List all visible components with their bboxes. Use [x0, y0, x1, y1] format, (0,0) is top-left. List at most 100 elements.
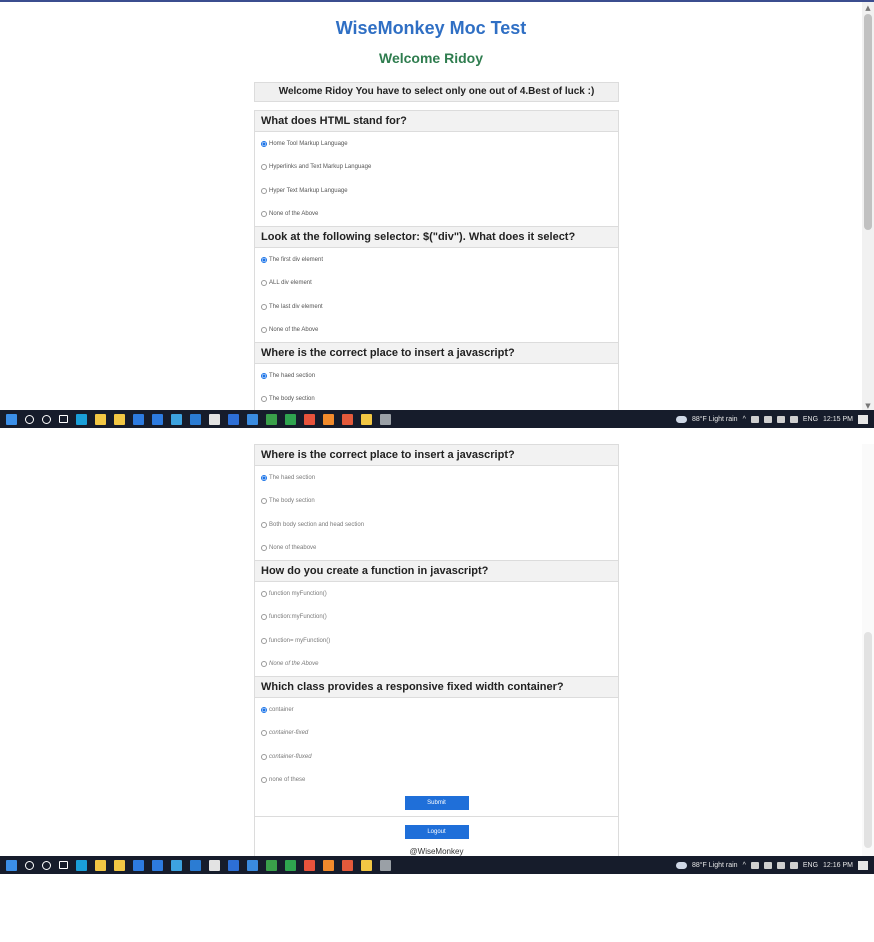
option[interactable]: None of the Above	[255, 319, 618, 343]
weather-icon[interactable]	[675, 415, 687, 423]
radio-button[interactable]	[261, 637, 267, 644]
cloud-icon[interactable]	[750, 415, 759, 423]
vscode-icon[interactable]	[190, 859, 201, 871]
radio-button[interactable]	[261, 280, 267, 287]
cloud-icon[interactable]	[750, 861, 759, 869]
app-icon[interactable]	[152, 859, 163, 871]
app-icon[interactable]	[266, 413, 277, 425]
radio-button[interactable]	[261, 706, 267, 713]
chevron-up-icon[interactable]: ^	[743, 416, 746, 423]
option[interactable]: The body section	[255, 388, 618, 412]
scroll-thumb[interactable]	[864, 14, 872, 230]
vscode-icon[interactable]	[190, 413, 201, 425]
app-icon[interactable]	[342, 413, 353, 425]
language-indicator[interactable]: ENG	[803, 416, 818, 423]
option[interactable]: Home Tool Markup Language	[255, 132, 618, 156]
volume-icon[interactable]	[789, 861, 798, 869]
wifi-icon[interactable]	[776, 861, 785, 869]
app-icon[interactable]	[361, 413, 372, 425]
option[interactable]: Both body section and head section	[255, 513, 618, 537]
app-icon[interactable]	[152, 413, 163, 425]
app-icon[interactable]	[323, 859, 334, 871]
notification-icon[interactable]	[858, 860, 868, 870]
page-scrollbar[interactable]: ▲ ▼	[862, 2, 874, 412]
app-icon[interactable]	[247, 413, 258, 425]
radio-button[interactable]	[261, 211, 267, 218]
radio-button[interactable]	[261, 777, 267, 784]
radio-button[interactable]	[261, 474, 267, 481]
terminal-icon[interactable]	[380, 413, 391, 425]
option[interactable]: The haed section	[255, 466, 618, 490]
app-icon[interactable]	[285, 859, 296, 871]
logout-button[interactable]: Logout	[404, 825, 469, 839]
radio-button[interactable]	[261, 614, 267, 621]
search-icon[interactable]	[25, 860, 34, 870]
clock[interactable]: 12:16 PM	[823, 862, 853, 869]
battery-icon[interactable]	[763, 415, 772, 423]
wifi-icon[interactable]	[776, 415, 785, 423]
app-icon[interactable]	[209, 413, 220, 425]
radio-button[interactable]	[261, 730, 267, 737]
file-explorer-icon[interactable]	[95, 413, 106, 425]
windows-icon[interactable]	[6, 413, 17, 425]
radio-button[interactable]	[261, 753, 267, 760]
radio-button[interactable]	[261, 498, 267, 505]
radio-button[interactable]	[261, 303, 267, 310]
store-icon[interactable]	[114, 413, 125, 425]
option[interactable]: ALL div element	[255, 272, 618, 296]
chrome-icon[interactable]	[171, 859, 182, 871]
option[interactable]: Hyperlinks and Text Markup Language	[255, 156, 618, 180]
radio-button[interactable]	[261, 661, 267, 668]
language-indicator[interactable]: ENG	[803, 862, 818, 869]
app-icon[interactable]	[228, 859, 239, 871]
app-icon[interactable]	[323, 413, 334, 425]
weather-text[interactable]: 88°F Light rain	[692, 416, 738, 423]
option[interactable]: none of these	[255, 769, 618, 793]
file-explorer-icon[interactable]	[95, 859, 106, 871]
notification-icon[interactable]	[858, 414, 868, 424]
mail-icon[interactable]	[133, 413, 144, 425]
radio-button[interactable]	[261, 327, 267, 334]
option[interactable]: container-fixed	[255, 722, 618, 746]
app-icon[interactable]	[266, 859, 277, 871]
radio-button[interactable]	[261, 372, 267, 379]
edge-icon[interactable]	[76, 413, 87, 425]
app-icon[interactable]	[361, 859, 372, 871]
option[interactable]: The first div element	[255, 248, 618, 272]
radio-button[interactable]	[261, 164, 267, 171]
option[interactable]: None of theabove	[255, 537, 618, 561]
app-icon[interactable]	[228, 413, 239, 425]
scroll-thumb[interactable]	[864, 632, 872, 848]
scroll-down-icon[interactable]: ▼	[864, 402, 872, 410]
scroll-up-icon[interactable]: ▲	[864, 4, 872, 12]
chevron-up-icon[interactable]: ^	[743, 862, 746, 869]
option[interactable]: The body section	[255, 490, 618, 514]
radio-button[interactable]	[261, 256, 267, 263]
clock[interactable]: 12:15 PM	[823, 416, 853, 423]
cortana-icon[interactable]	[42, 860, 51, 870]
task-view-icon[interactable]	[59, 415, 68, 423]
volume-icon[interactable]	[789, 415, 798, 423]
page-scrollbar[interactable]	[862, 444, 874, 856]
radio-button[interactable]	[261, 187, 267, 194]
radio-button[interactable]	[261, 396, 267, 403]
option[interactable]: function myFunction()	[255, 582, 618, 606]
option[interactable]: None of the Above	[255, 203, 618, 227]
option[interactable]: function= myFunction()	[255, 629, 618, 653]
submit-button[interactable]: Submit	[404, 796, 469, 810]
app-icon[interactable]	[285, 413, 296, 425]
radio-button[interactable]	[261, 590, 267, 597]
store-icon[interactable]	[114, 859, 125, 871]
weather-text[interactable]: 88°F Light rain	[692, 862, 738, 869]
option[interactable]: function:myFunction()	[255, 606, 618, 630]
radio-button[interactable]	[261, 140, 267, 147]
edge-icon[interactable]	[76, 859, 87, 871]
option[interactable]: Hyper Text Markup Language	[255, 179, 618, 203]
cortana-icon[interactable]	[42, 414, 51, 424]
windows-icon[interactable]	[6, 859, 17, 871]
option[interactable]: None of the Above	[255, 653, 618, 677]
weather-icon[interactable]	[675, 861, 687, 869]
app-icon[interactable]	[304, 413, 315, 425]
option[interactable]: The haed section	[255, 364, 618, 388]
search-icon[interactable]	[25, 414, 34, 424]
